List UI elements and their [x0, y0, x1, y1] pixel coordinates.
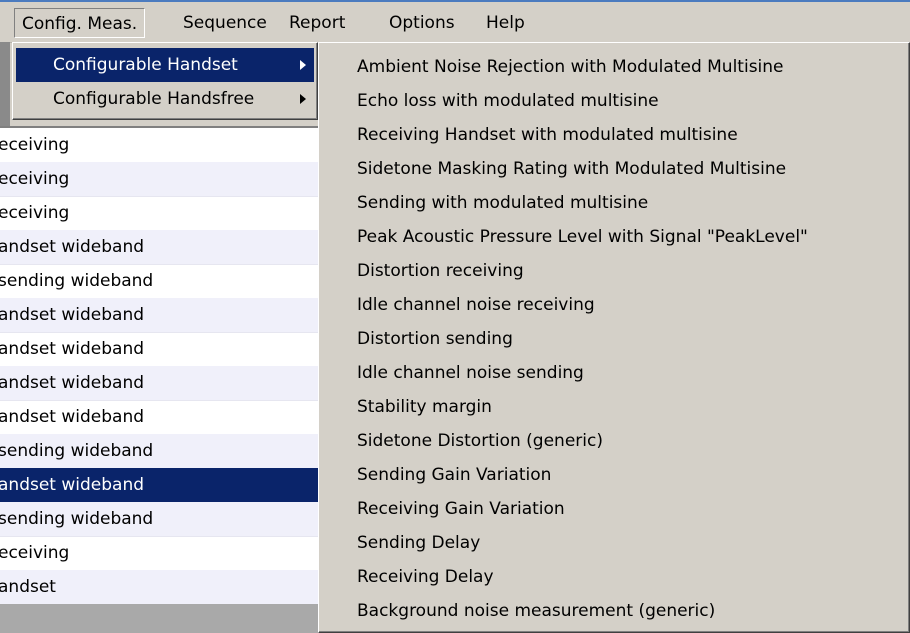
menu-item-stability-margin[interactable]: Stability margin	[357, 390, 492, 424]
menu-bar: Config. Meas. Sequence Report Options He…	[0, 0, 910, 43]
menu-item-receiving-delay[interactable]: Receiving Delay	[357, 560, 494, 594]
menu-item-sending-multisine[interactable]: Sending with modulated multisine	[357, 186, 648, 220]
menu-item-idle-noise-sending[interactable]: Idle channel noise sending	[357, 356, 584, 390]
list-item[interactable]: eceiving	[0, 196, 320, 231]
list-footer	[0, 604, 320, 633]
list-item[interactable]: sending wideband	[0, 264, 320, 299]
menu-options[interactable]: Options	[389, 8, 455, 38]
menu-item-sidetone-distortion[interactable]: Sidetone Distortion (generic)	[357, 424, 603, 458]
list-item[interactable]: andset wideband	[0, 332, 320, 367]
list-item[interactable]: sending wideband	[0, 434, 320, 469]
handset-submenu: Ambient Noise Rejection with Modulated M…	[318, 42, 910, 633]
menu-item-peak-acoustic-pressure[interactable]: Peak Acoustic Pressure Level with Signal…	[357, 220, 808, 254]
menu-config-meas[interactable]: Config. Meas.	[14, 8, 146, 38]
list-item[interactable]: andset wideband	[0, 298, 320, 333]
submenu-arrow-icon	[300, 60, 306, 70]
menu-help[interactable]: Help	[486, 8, 525, 38]
config-meas-submenu: Configurable Handset Configurable Handsf…	[12, 42, 318, 120]
menu-report[interactable]: Report	[289, 8, 345, 38]
menu-item-configurable-handset[interactable]: Configurable Handset	[16, 48, 314, 82]
menu-item-ambient-noise-rejection[interactable]: Ambient Noise Rejection with Modulated M…	[357, 50, 784, 84]
menu-item-configurable-handsfree[interactable]: Configurable Handsfree	[16, 82, 314, 116]
menu-item-distortion-receiving[interactable]: Distortion receiving	[357, 254, 524, 288]
menu-item-sidetone-masking-rating[interactable]: Sidetone Masking Rating with Modulated M…	[357, 152, 786, 186]
list-item[interactable]: sending wideband	[0, 502, 320, 537]
menu-sequence[interactable]: Sequence	[183, 8, 267, 38]
menu-item-sending-gain-variation[interactable]: Sending Gain Variation	[357, 458, 551, 492]
menu-item-receiving-gain-variation[interactable]: Receiving Gain Variation	[357, 492, 565, 526]
menu-item-sending-delay[interactable]: Sending Delay	[357, 526, 480, 560]
list-item[interactable]: andset	[0, 570, 320, 605]
list-item[interactable]: eceiving	[0, 128, 320, 163]
menu-item-label: Configurable Handsfree	[53, 89, 255, 109]
menu-item-distortion-sending[interactable]: Distortion sending	[357, 322, 513, 356]
list-item[interactable]: andset wideband	[0, 366, 320, 401]
window-top-border	[0, 0, 910, 2]
menu-item-background-noise[interactable]: Background noise measurement (generic)	[357, 594, 715, 628]
menu-item-echo-loss[interactable]: Echo loss with modulated multisine	[357, 84, 659, 118]
submenu-arrow-icon	[300, 94, 306, 104]
menu-item-receiving-handset[interactable]: Receiving Handset with modulated multisi…	[357, 118, 738, 152]
menu-item-label: Configurable Handset	[53, 55, 238, 75]
list-item[interactable]: andset wideband	[0, 230, 320, 265]
measurement-list[interactable]: eceiving eceiving eceiving andset wideba…	[0, 126, 320, 606]
list-item[interactable]: andset wideband	[0, 400, 320, 435]
list-item[interactable]: eceiving	[0, 162, 320, 197]
menu-item-idle-noise-receiving[interactable]: Idle channel noise receiving	[357, 288, 595, 322]
list-item-selected[interactable]: andset wideband	[0, 468, 320, 503]
list-item[interactable]: eceiving	[0, 536, 320, 571]
